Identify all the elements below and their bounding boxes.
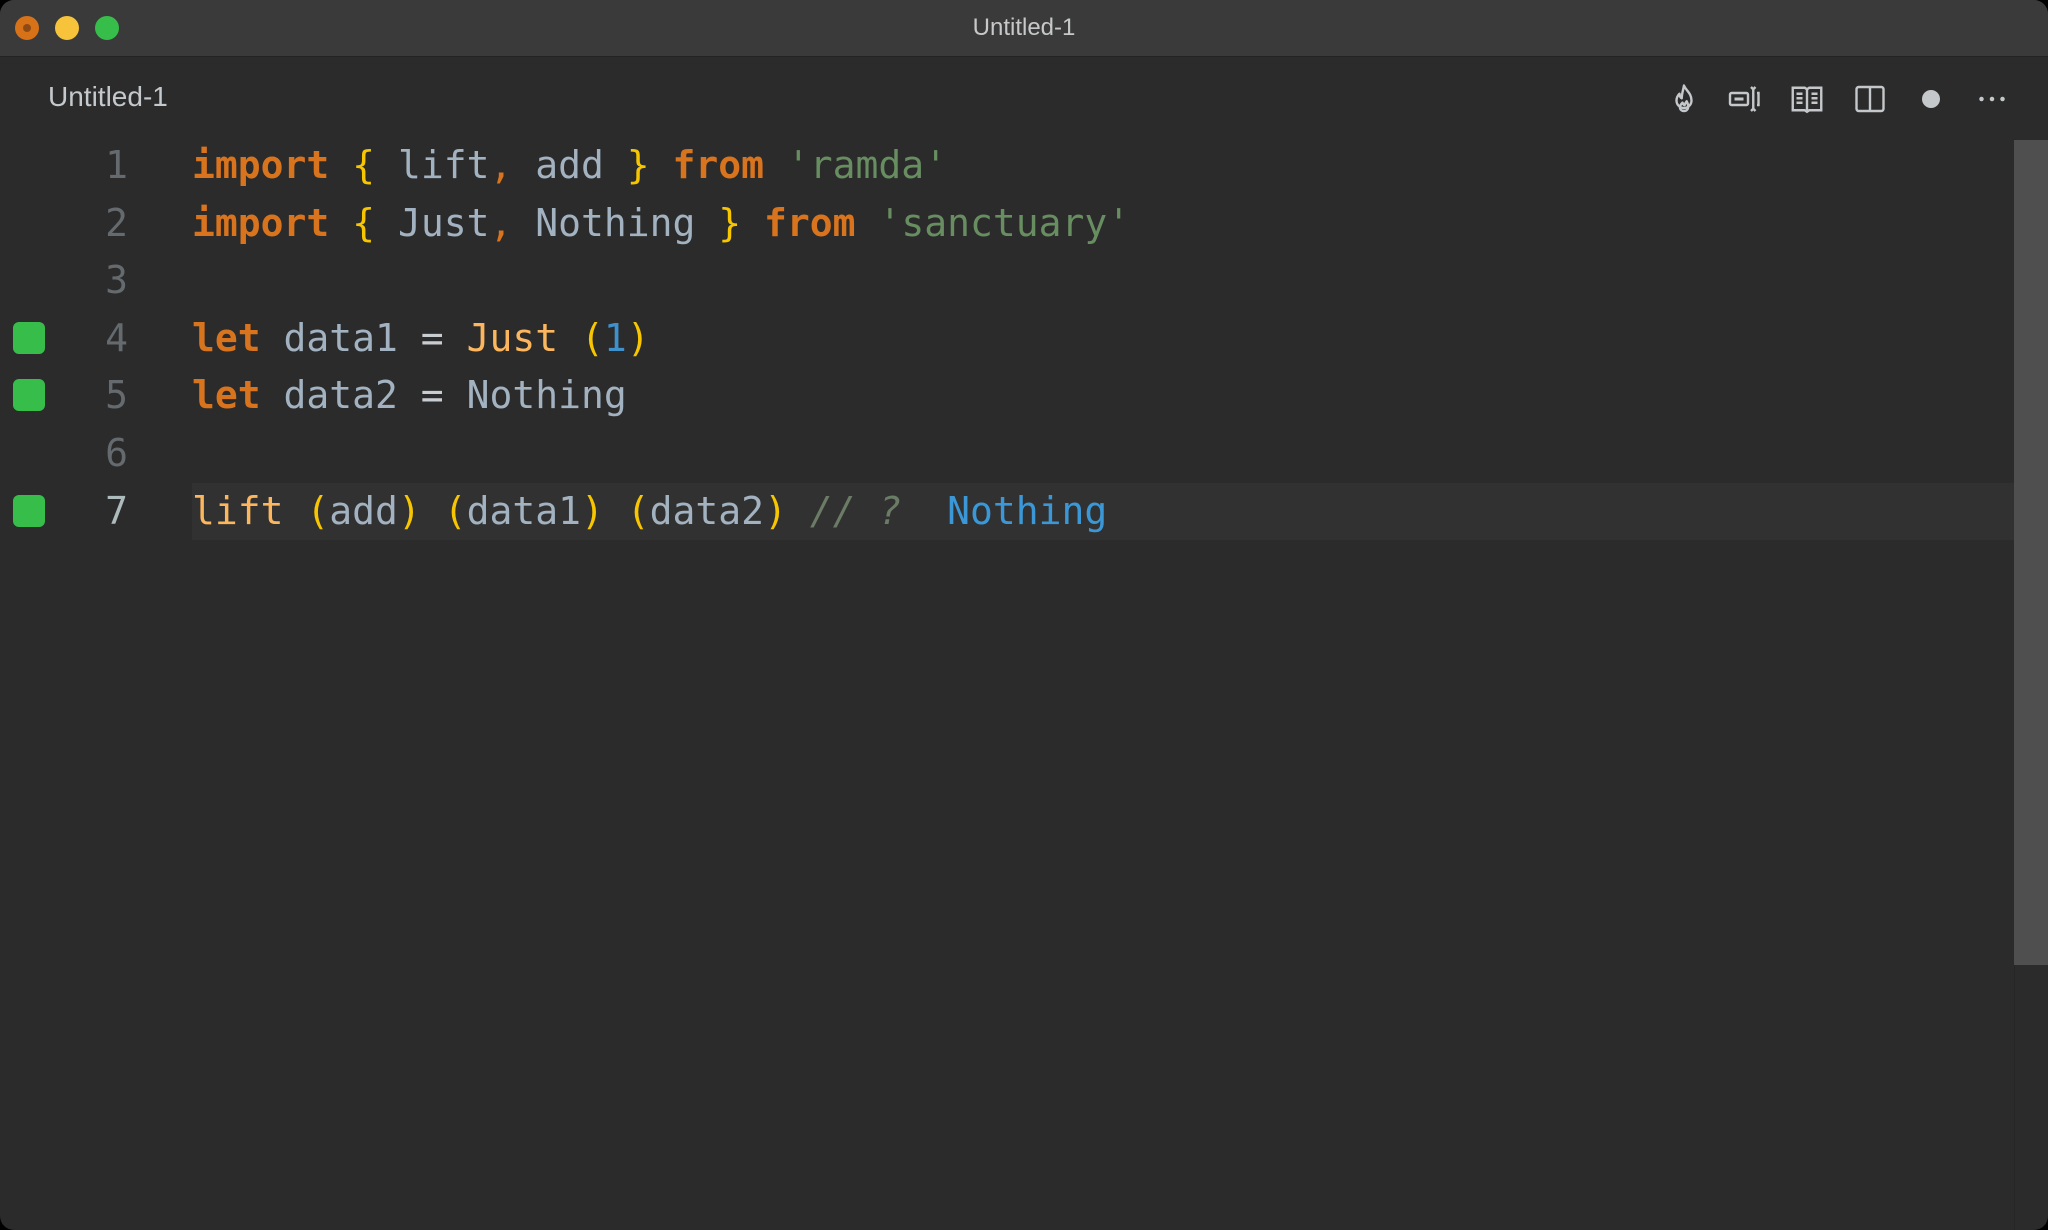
code-token: ( <box>580 315 604 360</box>
evaluation-marker-icon <box>13 321 45 354</box>
code-token: Just <box>466 315 559 360</box>
more-ellipsis-icon[interactable] <box>1970 77 2014 121</box>
code-token: lift <box>375 143 490 187</box>
line-number: 6 <box>105 431 128 475</box>
code-token: 'ramda' <box>786 143 948 187</box>
code-line[interactable]: 7 lift (add) (data1) (data2) // ? Nothing <box>0 482 2014 541</box>
code-text[interactable]: import { lift, add } from 'ramda' <box>192 137 2014 195</box>
code-token: ( <box>443 488 467 533</box>
code-token: let <box>192 315 261 360</box>
code-token: 1 <box>603 315 627 360</box>
code-text[interactable]: let data2 = Nothing <box>192 367 2014 425</box>
code-token: { <box>352 200 376 245</box>
code-token: ) <box>764 488 787 533</box>
tab-bar: Untitled-1 <box>0 57 2048 139</box>
code-token: { <box>352 143 376 187</box>
code-token: from <box>764 200 856 245</box>
vertical-scrollbar-thumb[interactable] <box>2014 140 2048 965</box>
code-token: data2 <box>649 488 765 533</box>
code-token: import <box>192 200 330 245</box>
code-token: Nothing <box>443 373 627 418</box>
code-token: add <box>329 488 398 533</box>
code-line[interactable]: 1 import { lift, add } from 'ramda' <box>0 137 2014 195</box>
code-token: // ? <box>809 488 902 533</box>
code-line[interactable]: 5 let data2 = Nothing <box>0 367 2014 425</box>
title-bar: Untitled-1 <box>0 0 2048 57</box>
code-token: data1 <box>466 488 581 533</box>
code-token: } <box>718 200 742 245</box>
line-number: 3 <box>105 258 128 303</box>
code-token: = <box>420 315 444 360</box>
code-editor[interactable]: 1 import { lift, add } from 'ramda' 2 impor… <box>0 139 2048 1230</box>
line-number: 4 <box>105 315 128 360</box>
line-number: 7 <box>105 488 128 533</box>
code-token: data2 <box>260 373 421 418</box>
code-token: = <box>420 373 444 418</box>
unsaved-dot-icon[interactable] <box>1909 77 1953 121</box>
code-line[interactable]: 6 <box>0 425 2014 483</box>
code-token: ( <box>626 488 650 533</box>
code-token: data1 <box>260 315 421 360</box>
code-token: Just <box>375 200 490 245</box>
code-line[interactable]: 2 import { Just, Nothing } from 'sanctuar… <box>0 195 2014 253</box>
evaluation-marker-icon <box>13 379 45 412</box>
code-token: ) <box>626 315 650 360</box>
code-line[interactable]: 4 let data1 = Just (1) <box>0 310 2014 368</box>
open-book-icon[interactable] <box>1785 77 1829 121</box>
code-token: import <box>192 143 330 187</box>
code-token: from <box>672 143 765 187</box>
line-number: 1 <box>105 143 128 187</box>
code-text[interactable]: import { Just, Nothing } from 'sanctuary… <box>192 195 2014 253</box>
line-number: 2 <box>105 200 128 245</box>
code-token: lift <box>192 488 284 533</box>
code-token: let <box>192 373 261 418</box>
code-token: add <box>512 143 627 187</box>
code-line[interactable]: 3 <box>0 252 2014 310</box>
code-token: Nothing <box>512 200 719 245</box>
tab-untitled-1[interactable]: Untitled-1 <box>48 81 168 113</box>
code-text[interactable]: lift (add) (data1) (data2) // ? Nothing <box>192 482 2014 541</box>
code-token: , <box>489 200 513 245</box>
window-title: Untitled-1 <box>972 14 1076 41</box>
flame-icon[interactable] <box>1662 77 1706 121</box>
evaluation-marker-icon <box>13 494 45 527</box>
text-input-cursor-icon[interactable] <box>1723 77 1767 121</box>
editor-window: Untitled-1 Untitled-1 1 import {lift, a… <box>0 0 2048 1230</box>
code-text[interactable] <box>192 425 2014 483</box>
inline-result: Nothing <box>947 488 1108 533</box>
code-token: } <box>626 143 650 187</box>
code-token: 'sanctuary' <box>878 200 1131 245</box>
code-token: ) <box>397 488 421 533</box>
split-editor-icon[interactable] <box>1848 77 1892 121</box>
code-text[interactable]: let data1 = Just (1) <box>192 310 2014 368</box>
code-token: , <box>489 143 513 187</box>
code-token: ( <box>306 488 330 533</box>
code-text[interactable] <box>192 252 2014 310</box>
code-token: ) <box>581 488 604 533</box>
line-number: 5 <box>105 373 128 418</box>
